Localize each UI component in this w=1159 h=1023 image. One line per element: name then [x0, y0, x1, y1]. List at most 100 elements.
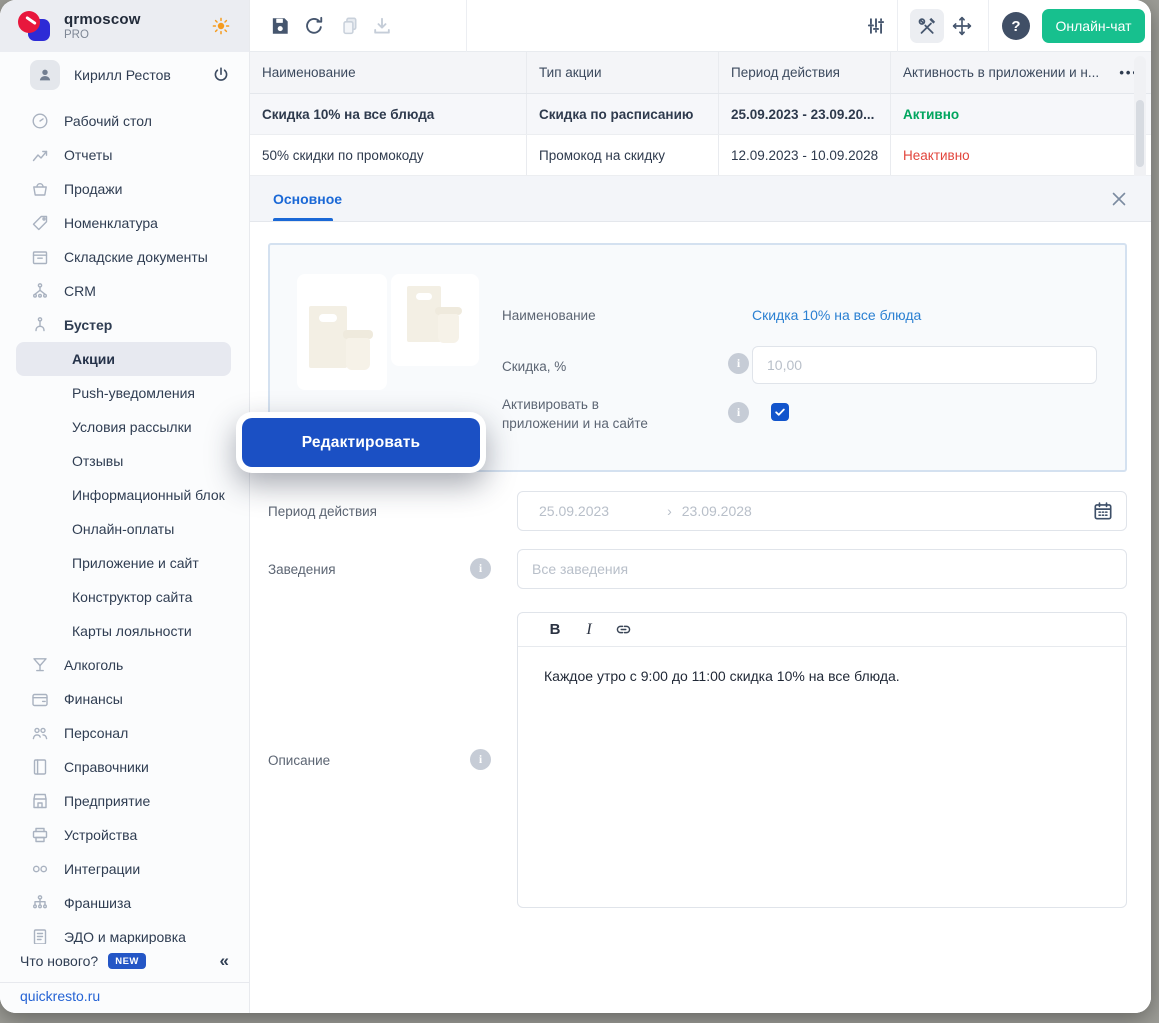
bag-handle-shape: [319, 314, 337, 322]
refresh-button[interactable]: [302, 14, 326, 38]
download-button[interactable]: [370, 14, 394, 38]
sidebar-item-nomenclature[interactable]: Номенклатура: [16, 206, 231, 240]
description-text[interactable]: Каждое утро с 9:00 до 11:00 скидка 10% н…: [518, 647, 1126, 707]
bold-icon[interactable]: B: [542, 618, 568, 642]
sidebar-nav: Рабочий стол ОтчетыПродажиНоменклатура Скл…: [0, 98, 249, 954]
checkmark-icon: [773, 405, 787, 419]
table-scrollbar-thumb[interactable]: [1136, 100, 1144, 167]
sidebar-item-promotions[interactable]: Акции: [16, 342, 231, 376]
period-input[interactable]: 25.09.2023 › 23.09.2028: [517, 491, 1127, 531]
column-header[interactable]: Тип акции: [527, 52, 719, 93]
link-icon[interactable]: [610, 618, 636, 642]
activate-label-line1: Активировать в: [502, 397, 599, 412]
sidebar-item-integrations[interactable]: Интеграции: [16, 852, 231, 886]
columns-settings-icon[interactable]: [864, 14, 888, 38]
editor-toolbar: B I: [518, 613, 1126, 647]
description-editor[interactable]: B I Каждое утро с 9:00 до 11:00 скидка 1…: [517, 612, 1127, 908]
sidebar-item-reviews[interactable]: Отзывы: [16, 444, 231, 478]
theme-sun-icon[interactable]: [211, 16, 231, 36]
promo-image[interactable]: [391, 274, 479, 366]
sidebar-item-online-payments[interactable]: Онлайн-оплаты: [16, 512, 231, 546]
book-icon: [30, 757, 50, 777]
edit-button[interactable]: Редактировать: [242, 418, 480, 467]
promo-type: Промокод на скидку: [527, 135, 719, 175]
sidebar-item-crm[interactable]: CRM: [16, 274, 231, 308]
tools-icon[interactable]: [915, 14, 939, 38]
sidebar-item-loyalty-cards[interactable]: Карты лояльности: [16, 614, 231, 648]
sidebar-item-label: Онлайн-оплаты: [72, 521, 174, 537]
sidebar-item-warehouse[interactable]: Складские документы: [16, 240, 231, 274]
table-row[interactable]: 50% скидки по промокодуПромокод на скидк…: [250, 135, 1151, 176]
online-chat-button[interactable]: Онлайн-чат: [1042, 9, 1145, 43]
whats-new-link[interactable]: Что нового?: [20, 953, 98, 969]
sidebar-item-label: Информационный блок: [72, 487, 225, 503]
venues-input[interactable]: [517, 549, 1127, 589]
activate-checkbox[interactable]: [771, 403, 789, 421]
column-header[interactable]: Период действия: [719, 52, 891, 93]
sidebar-item-reports[interactable]: Отчеты: [16, 138, 231, 172]
promotions-table: НаименованиеТип акции Период действия Акти…: [250, 52, 1151, 176]
discount-input[interactable]: [752, 346, 1097, 384]
brand-text: qrmoscow PRO: [64, 11, 211, 41]
activate-info-icon[interactable]: i: [728, 402, 749, 423]
venues-label: Заведения: [268, 562, 336, 577]
column-header[interactable]: Активность в приложении и н...•••: [891, 52, 1151, 93]
sidebar-item-label: Финансы: [64, 691, 123, 707]
promo-status: Активно: [891, 94, 1151, 134]
basket-icon: [30, 179, 50, 199]
description-info-icon[interactable]: i: [470, 749, 491, 770]
new-badge: NEW: [108, 953, 146, 969]
quickresto-link[interactable]: quickresto.ru: [20, 988, 100, 1004]
table-row[interactable]: Скидка 10% на все блюдаСкидка по расписа…: [250, 94, 1151, 135]
sidebar-item-site-builder[interactable]: Конструктор сайта: [16, 580, 231, 614]
tab-main[interactable]: Основное: [273, 176, 342, 222]
italic-icon[interactable]: I: [576, 618, 602, 642]
logo-red-circle: [18, 11, 40, 33]
sidebar: qrmoscow PRO Кирилл Рестов Рабочий стол О…: [0, 0, 250, 1013]
sidebar-item-mailing-terms[interactable]: Условия рассылки: [16, 410, 231, 444]
sidebar-item-app-site[interactable]: Приложение и сайт: [16, 546, 231, 580]
app-logo-icon: [18, 11, 50, 41]
discount-label: Скидка, %: [502, 359, 566, 374]
user-row[interactable]: Кирилл Рестов: [0, 52, 249, 98]
table-body: Скидка 10% на все блюдаСкидка по расписа…: [250, 94, 1151, 176]
main-area: ? Онлайн-чат НаименованиеТип акции Период…: [250, 0, 1151, 1013]
venues-info-icon[interactable]: i: [470, 558, 491, 579]
sidebar-item-finance[interactable]: Финансы: [16, 682, 231, 716]
sidebar-item-label: Устройства: [64, 827, 137, 843]
discount-info-icon[interactable]: i: [728, 353, 749, 374]
infinity-icon: [30, 859, 50, 879]
calendar-icon[interactable]: [1092, 500, 1114, 522]
sidebar-item-info-block[interactable]: Информационный блок: [16, 478, 231, 512]
sidebar-item-label: Отзывы: [72, 453, 123, 469]
promo-image[interactable]: [297, 274, 387, 390]
promo-period: 12.09.2023 - 10.09.2028: [719, 135, 891, 175]
sidebar-item-alcohol[interactable]: Алкоголь: [16, 648, 231, 682]
copy-button[interactable]: [338, 14, 362, 38]
save-button[interactable]: [268, 14, 292, 38]
sidebar-item-booster[interactable]: Бустер: [16, 308, 231, 342]
sidebar-item-staff[interactable]: Персонал: [16, 716, 231, 750]
sidebar-item-enterprise[interactable]: Предприятие: [16, 784, 231, 818]
close-icon[interactable]: [1109, 189, 1129, 209]
description-label: Описание: [268, 753, 330, 768]
logout-power-icon[interactable]: [211, 65, 231, 85]
collapse-sidebar-icon[interactable]: «: [220, 951, 229, 971]
column-header[interactable]: Наименование: [250, 52, 527, 93]
store-icon: [30, 791, 50, 811]
sidebar-item-franchise[interactable]: Франшиза: [16, 886, 231, 920]
sidebar-item-push[interactable]: Push-уведомления: [16, 376, 231, 410]
sidebar-item-label: Рабочий стол: [64, 113, 152, 129]
promo-name: 50% скидки по промокоду: [250, 135, 527, 175]
sidebar-item-sales[interactable]: Продажи: [16, 172, 231, 206]
sidebar-item-directories[interactable]: Справочники: [16, 750, 231, 784]
help-button[interactable]: ?: [1002, 12, 1030, 40]
sidebar-item-devices[interactable]: Устройства: [16, 818, 231, 852]
promo-name-link[interactable]: Скидка 10% на все блюда: [752, 307, 921, 323]
column-header-label: Период действия: [731, 65, 840, 80]
move-icon[interactable]: [950, 14, 974, 38]
sidebar-item-desktop[interactable]: Рабочий стол: [16, 104, 231, 138]
sidebar-item-label: Приложение и сайт: [72, 555, 199, 571]
people-icon: [30, 723, 50, 743]
sidebar-item-label: Складские документы: [64, 249, 208, 265]
